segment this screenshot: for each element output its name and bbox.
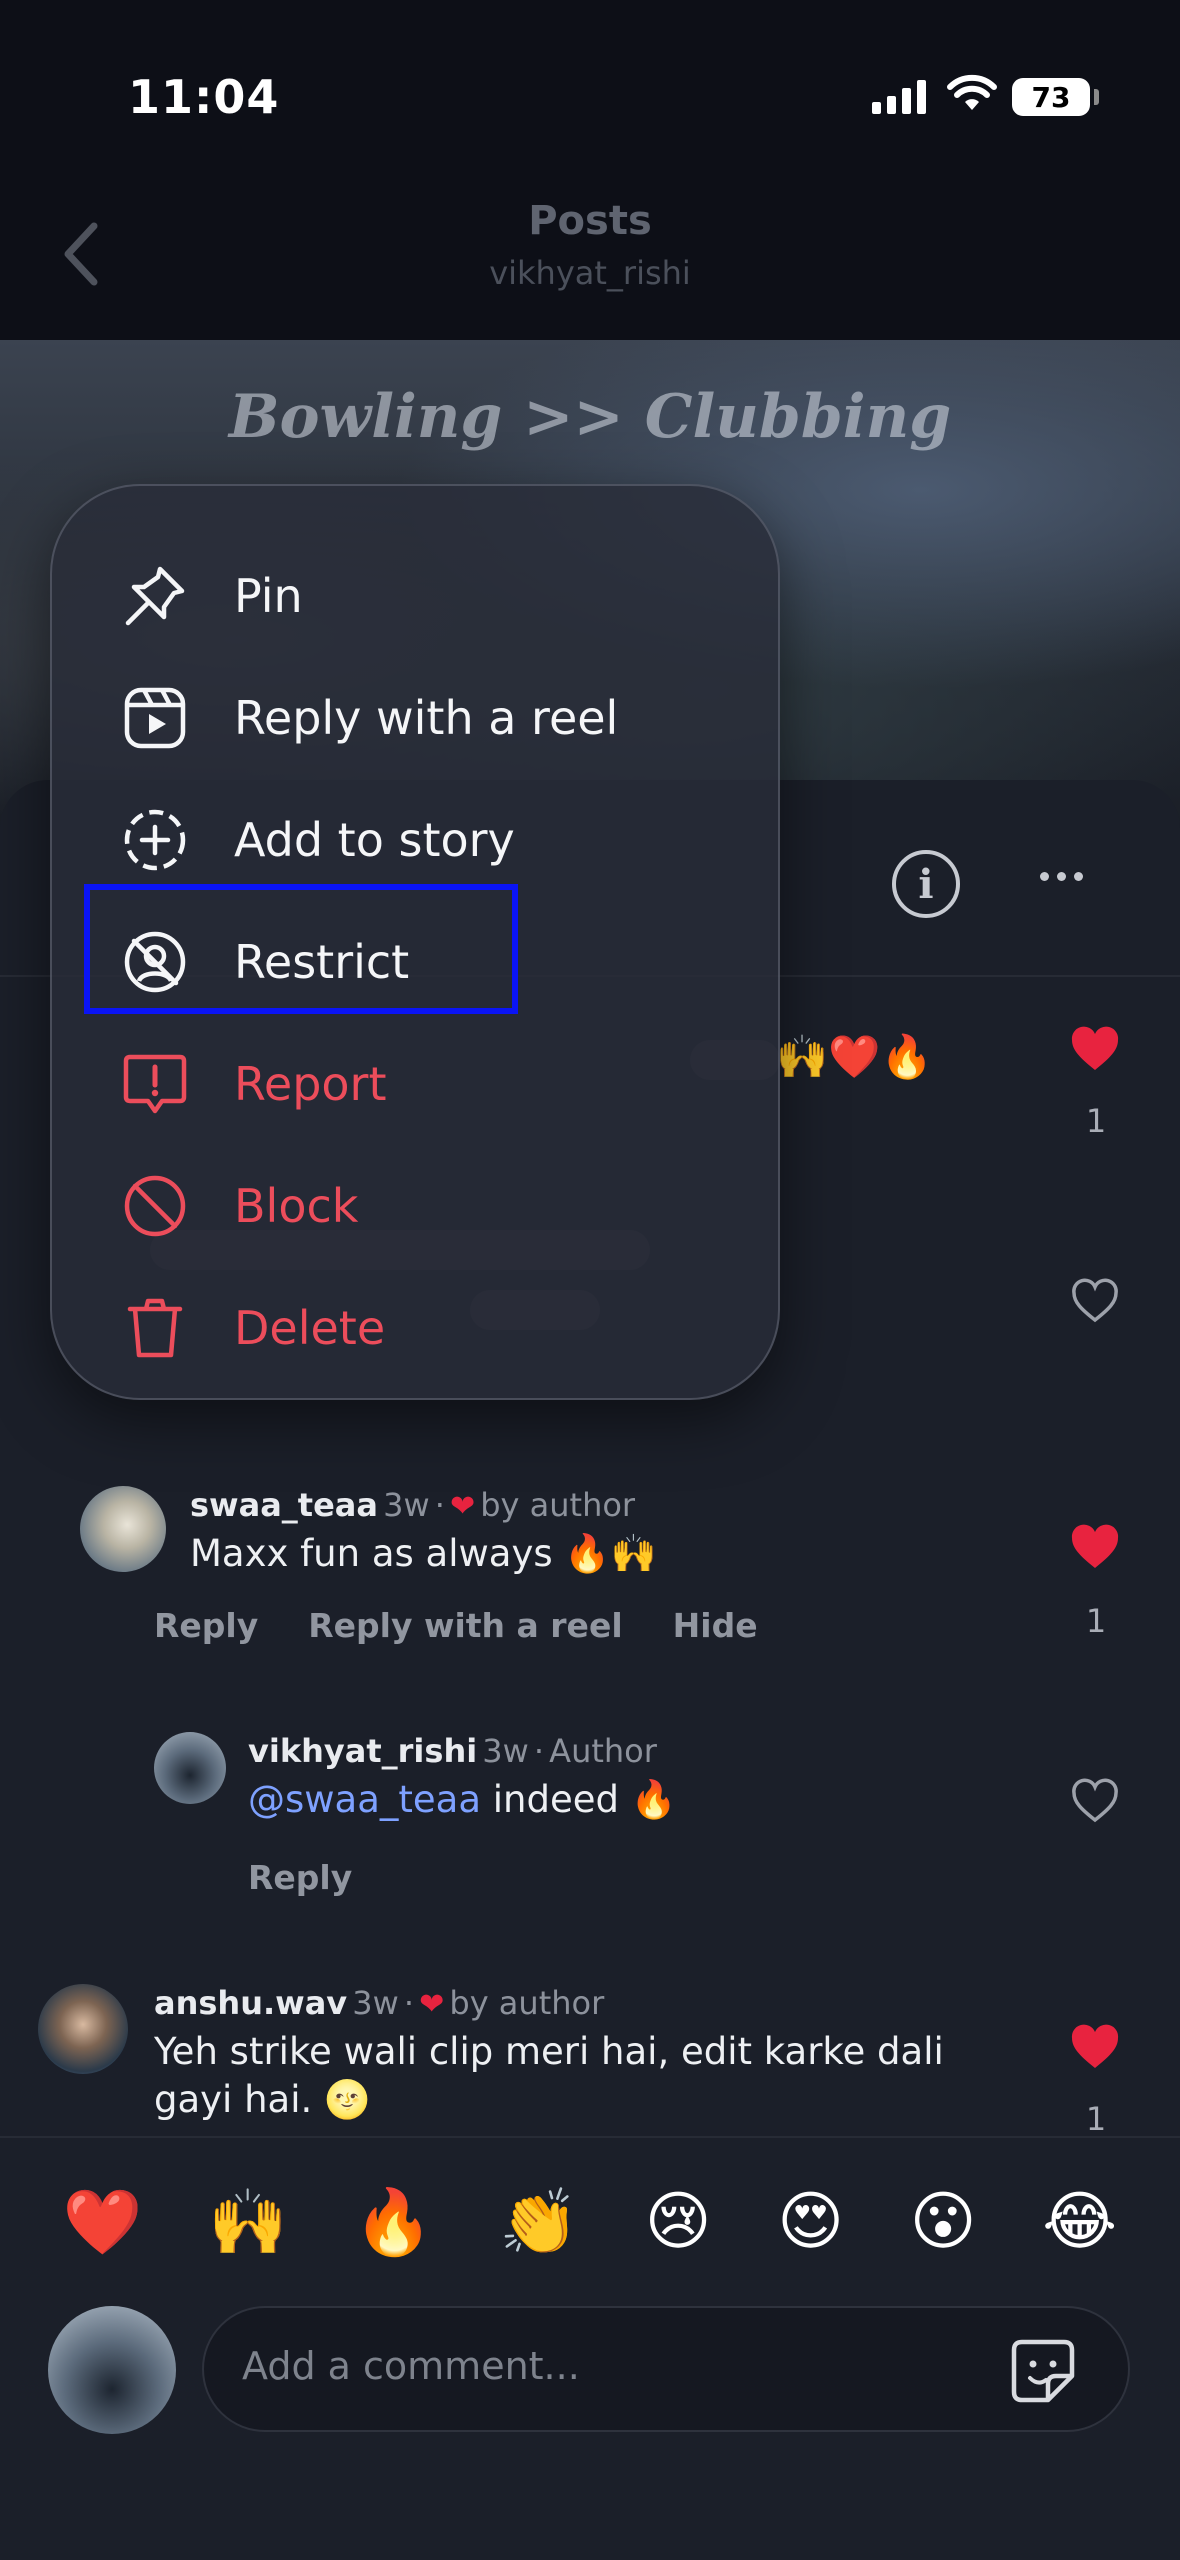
- comment-input[interactable]: Add a comment...: [202, 2306, 1130, 2432]
- screen: 11:04 73 Posts vikhyat_rishi Bowling >> …: [0, 0, 1180, 2560]
- like-count: 1: [1085, 1602, 1107, 1640]
- report-icon: [120, 1049, 190, 1119]
- blurred-comment-emoji: 🙌❤️🔥: [776, 1032, 933, 1081]
- like-count: 1: [1085, 2100, 1107, 2138]
- hide-button[interactable]: Hide: [673, 1606, 758, 1645]
- comment-username[interactable]: vikhyat_rishi: [248, 1732, 477, 1770]
- heart-filled-icon[interactable]: [1070, 1524, 1120, 1570]
- mention-link[interactable]: @swaa_teaa: [248, 1778, 481, 1821]
- comment-text: indeed 🔥: [492, 1778, 677, 1821]
- comment-input-placeholder: Add a comment...: [242, 2344, 580, 2388]
- quick-reactions-bar: ❤️ 🙌 🔥 👏 😢 😍 😮 😂: [0, 2136, 1180, 2306]
- reaction-raised-hands-emoji[interactable]: 🙌: [208, 2185, 288, 2260]
- reaction-surprised-emoji[interactable]: 😮: [910, 2185, 977, 2259]
- reaction-fire-emoji[interactable]: 🔥: [354, 2185, 434, 2260]
- comment-anshu-wav: anshu.wav 3w · ❤ by author Yeh strike wa…: [154, 1984, 1034, 2124]
- menu-item-add-to-story[interactable]: Add to story: [120, 790, 515, 890]
- sticker-icon[interactable]: [1008, 2336, 1078, 2406]
- avatar[interactable]: [38, 1984, 128, 2074]
- comment-actions: Reply Reply with a reel Hide: [154, 1606, 758, 1645]
- comment-username[interactable]: swaa_teaa: [190, 1486, 378, 1524]
- heart-filled-icon[interactable]: [1070, 2024, 1120, 2070]
- reply-vikhyat-rishi: vikhyat_rishi 3w · Author @swaa_teaa ind…: [248, 1732, 1028, 1824]
- heart-outline-icon[interactable]: [1070, 1778, 1120, 1824]
- menu-item-reply-with-reel[interactable]: Reply with a reel: [120, 668, 618, 768]
- menu-label: Reply with a reel: [234, 691, 619, 745]
- block-icon: [120, 1171, 190, 1241]
- comment-body: @swaa_teaa indeed 🔥: [248, 1776, 1028, 1824]
- cellular-signal-icon: [872, 80, 926, 114]
- page-subtitle: vikhyat_rishi: [489, 254, 691, 292]
- reel-icon: [120, 683, 190, 753]
- heart-small-icon: ❤: [449, 1489, 476, 1524]
- avatar[interactable]: [80, 1486, 166, 1572]
- heart-small-icon: ❤: [419, 1987, 445, 2022]
- comment-username[interactable]: anshu.wav: [154, 1984, 347, 2022]
- like-count: 1: [1085, 1102, 1107, 1140]
- reaction-clap-emoji[interactable]: 👏: [499, 2185, 579, 2260]
- comment-age: 3w: [482, 1732, 529, 1770]
- wifi-icon: [947, 74, 997, 110]
- comment-text: Maxx fun as always 🔥🙌: [190, 1532, 657, 1575]
- menu-item-report[interactable]: Report: [120, 1034, 387, 1134]
- reaction-heart-emoji[interactable]: ❤️: [63, 2185, 143, 2260]
- comment-age: 3w: [383, 1486, 430, 1524]
- trash-icon: [120, 1293, 190, 1363]
- menu-item-pin[interactable]: Pin: [120, 546, 303, 646]
- menu-item-block[interactable]: Block: [120, 1156, 358, 1256]
- comment-actions: Reply: [248, 1858, 352, 1897]
- author-badge: Author: [549, 1732, 657, 1770]
- restrict-highlight-box: [84, 884, 518, 1014]
- photo-overlay-text: Bowling >> Clubbing: [228, 382, 952, 452]
- comment-input-row: Add a comment...: [0, 2300, 1180, 2460]
- add-story-icon: [120, 805, 190, 875]
- menu-label: Delete: [234, 1301, 386, 1355]
- reaction-laughing-emoji[interactable]: 😂: [1042, 2185, 1117, 2259]
- reply-button[interactable]: Reply: [154, 1606, 258, 1645]
- heart-filled-icon[interactable]: [1070, 1026, 1120, 1072]
- current-user-avatar: [48, 2306, 176, 2434]
- header: Posts vikhyat_rishi: [0, 180, 1180, 340]
- menu-label: Add to story: [234, 813, 515, 867]
- reply-with-reel-button[interactable]: Reply with a reel: [308, 1606, 622, 1645]
- menu-label: Pin: [234, 569, 303, 623]
- info-icon[interactable]: i: [892, 850, 960, 918]
- status-bar: 11:04 73: [0, 0, 1180, 180]
- status-time: 11:04: [128, 70, 280, 124]
- battery-icon: 73: [1012, 78, 1090, 116]
- comment-text: Yeh strike wali clip meri hai, edit kark…: [154, 2030, 944, 2121]
- liked-by-label: by author: [449, 1984, 605, 2022]
- menu-item-delete[interactable]: Delete: [120, 1278, 385, 1378]
- comment-swaa-teaa: swaa_teaa 3w · ❤ by author Maxx fun as a…: [190, 1486, 1010, 1578]
- avatar[interactable]: [154, 1732, 226, 1804]
- reaction-crying-emoji[interactable]: 😢: [645, 2185, 712, 2259]
- reaction-heart-eyes-emoji[interactable]: 😍: [777, 2185, 844, 2259]
- liked-by-label: by author: [480, 1486, 636, 1524]
- pin-icon: [120, 561, 190, 631]
- comment-age: 3w: [352, 1984, 399, 2022]
- page-title: Posts: [528, 198, 652, 244]
- battery-tip: [1094, 89, 1099, 105]
- more-options-icon[interactable]: [1040, 872, 1083, 881]
- menu-label: Report: [234, 1057, 387, 1111]
- heart-outline-icon[interactable]: [1070, 1278, 1120, 1324]
- reply-button[interactable]: Reply: [248, 1858, 352, 1897]
- menu-label: Block: [234, 1179, 359, 1233]
